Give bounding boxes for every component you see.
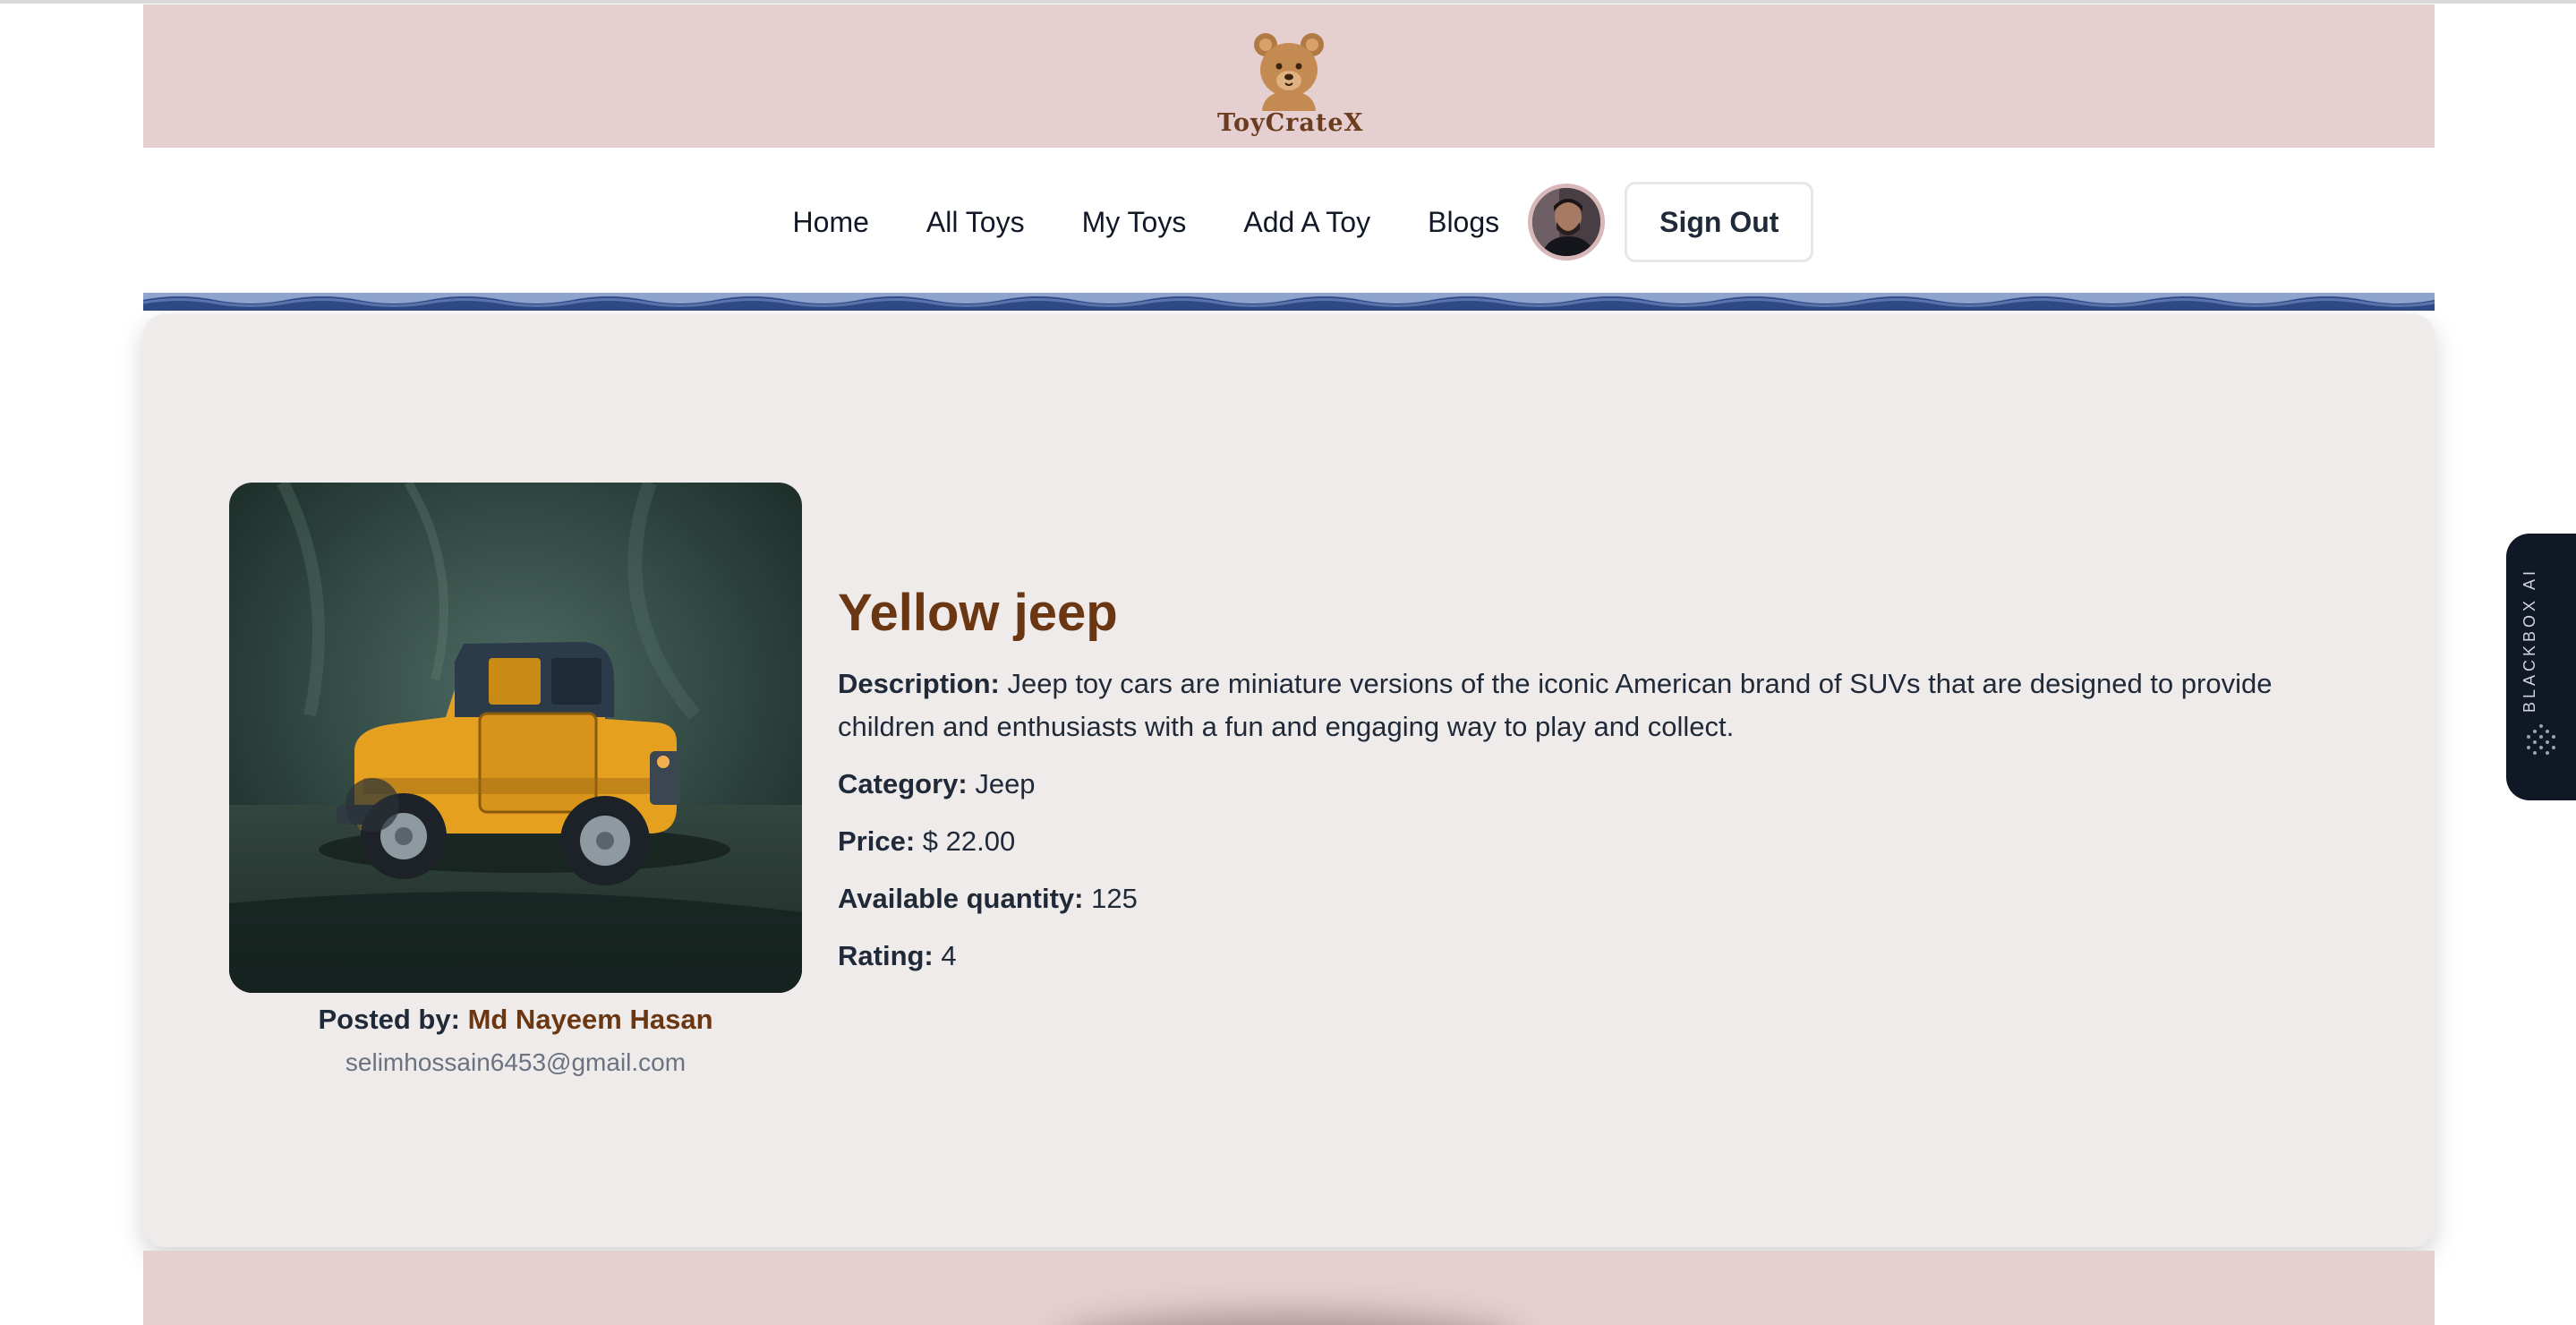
logo[interactable]: ToyCrateX: [1217, 9, 1364, 143]
teddy-bear-icon: [1254, 33, 1324, 111]
nav-all-toys[interactable]: All Toys: [926, 206, 1025, 239]
product-details: Yellow jeep Description: Jeep toy cars a…: [838, 583, 2306, 992]
description-label: Description:: [838, 668, 1000, 699]
description-text: Jeep toy cars are miniature versions of …: [838, 668, 2273, 742]
page-container: ToyCrateX Home All Toys My Toys Add A To…: [143, 4, 2435, 1325]
rating-label: Rating:: [838, 940, 934, 971]
header-band: ToyCrateX: [143, 4, 2435, 148]
sign-out-button[interactable]: Sign Out: [1625, 182, 1814, 262]
nav-home[interactable]: Home: [793, 206, 869, 239]
price-label: Price:: [838, 825, 916, 857]
wave-divider: [143, 293, 2435, 311]
footer-shadow: [1056, 1313, 1522, 1325]
quantity-row: Available quantity: 125: [838, 877, 2306, 920]
category-label: Category:: [838, 768, 968, 799]
posted-by-label: Posted by:: [318, 1004, 460, 1035]
nav-my-toys[interactable]: My Toys: [1082, 206, 1187, 239]
blackbox-dots-icon: [2527, 724, 2555, 755]
product-card: Posted by: Md Nayeem Hasan selimhossain6…: [143, 314, 2435, 1247]
rating-row: Rating: 4: [838, 935, 2306, 978]
user-photo-icon: [1532, 188, 1601, 256]
price-row: Price: $ 22.00: [838, 820, 2306, 863]
browser-top-line: [0, 0, 2576, 4]
footer-band: [143, 1251, 2435, 1325]
price-value: $ 22.00: [922, 825, 1016, 857]
quantity-label: Available quantity:: [838, 883, 1084, 914]
nav-blogs[interactable]: Blogs: [1428, 206, 1499, 239]
product-title: Yellow jeep: [838, 584, 1118, 642]
yellow-jeep-photo-icon: [229, 483, 802, 993]
logo-text: ToyCrateX: [1217, 109, 1364, 137]
blackbox-ai-widget[interactable]: BLACKBOX AI: [2506, 534, 2576, 800]
category-value: Jeep: [975, 768, 1036, 799]
category-row: Category: Jeep: [838, 763, 2306, 806]
poster-info: Posted by: Md Nayeem Hasan selimhossain6…: [229, 1004, 802, 1077]
posted-by-line: Posted by: Md Nayeem Hasan: [229, 1004, 802, 1036]
description-row: Description: Jeep toy cars are miniature…: [838, 662, 2306, 748]
product-photo: [229, 483, 802, 993]
poster-email: selimhossain6453@gmail.com: [345, 1048, 687, 1076]
rating-value: 4: [941, 940, 957, 971]
poster-name: Md Nayeem Hasan: [467, 1004, 713, 1035]
nav-add-a-toy[interactable]: Add A Toy: [1243, 206, 1370, 239]
main-nav: Home All Toys My Toys Add A Toy Blogs Si…: [143, 148, 2435, 296]
quantity-value: 125: [1091, 883, 1138, 914]
blackbox-ai-label: BLACKBOX AI: [2521, 567, 2538, 714]
user-avatar[interactable]: [1528, 184, 1606, 261]
